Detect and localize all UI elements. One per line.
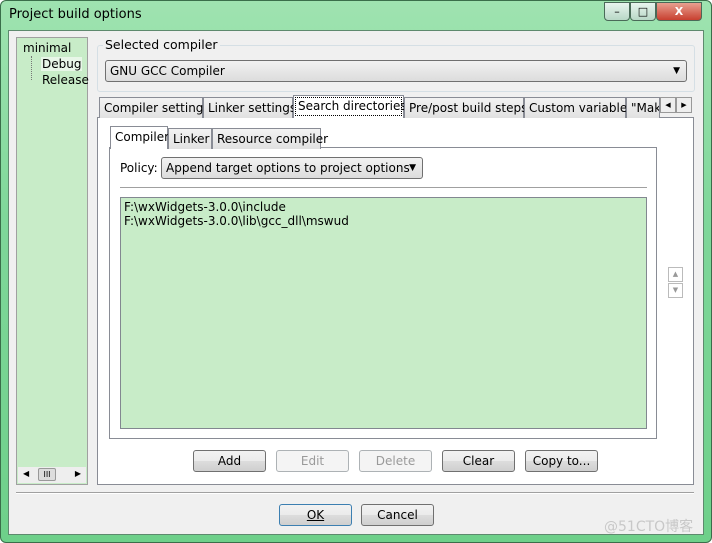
edit-button[interactable]: Edit	[276, 450, 349, 472]
move-up-button[interactable]: ▲	[668, 267, 683, 282]
watermark: @51CTO博客	[604, 519, 694, 535]
horizontal-scrollbar[interactable]: ◀ III ▶	[18, 467, 86, 483]
directories-list[interactable]: F:\wxWidgets-3.0.0\include F:\wxWidgets-…	[120, 197, 647, 429]
window-title: Project build options	[9, 7, 142, 22]
separator	[120, 187, 647, 189]
tab-custom-variables[interactable]: Custom variables	[524, 97, 633, 118]
tab-scroll-right-icon[interactable]: ▶	[676, 97, 692, 113]
compiler-select[interactable]: GNU GCC Compiler ▼	[105, 60, 687, 82]
tree-lines	[31, 56, 39, 80]
cancel-button[interactable]: Cancel	[361, 504, 434, 526]
subtab-compiler[interactable]: Compiler	[110, 126, 169, 149]
tab-linker-settings[interactable]: Linker settings	[203, 97, 296, 118]
tab-scroll-left-icon[interactable]: ◀	[660, 97, 676, 113]
subtab-resource-compiler[interactable]: Resource compiler	[212, 128, 328, 149]
compiler-value: GNU GCC Compiler	[110, 64, 225, 78]
copy-to-button[interactable]: Copy to...	[525, 450, 598, 472]
close-button[interactable]: X	[656, 2, 702, 21]
tree-root[interactable]: minimal	[23, 41, 71, 55]
compiler-group-label: Selected compiler	[103, 37, 220, 52]
chevron-down-icon: ▼	[673, 66, 680, 76]
clear-button[interactable]: Clear	[442, 450, 515, 472]
subtab-linker[interactable]: Linker	[168, 128, 212, 149]
tab-make-commands[interactable]: "Make	[626, 97, 660, 118]
list-item[interactable]: F:\wxWidgets-3.0.0\include	[124, 200, 643, 214]
add-button[interactable]: Add	[193, 450, 266, 472]
ok-button[interactable]: OK	[279, 504, 352, 526]
minimize-button[interactable]: –	[604, 2, 630, 21]
tree-item-debug[interactable]: Debug	[41, 57, 83, 71]
list-item[interactable]: F:\wxWidgets-3.0.0\lib\gcc_dll\mswud	[124, 214, 643, 228]
delete-button[interactable]: Delete	[359, 450, 432, 472]
move-down-button[interactable]: ▼	[668, 283, 683, 298]
separator	[16, 492, 694, 494]
tab-compiler-settings[interactable]: Compiler settings	[99, 97, 210, 118]
policy-select[interactable]: Append target options to project options…	[161, 157, 423, 179]
policy-label: Policy:	[120, 161, 158, 175]
target-tree[interactable]: minimal Debug Release ◀ III ▶	[16, 37, 89, 485]
tree-item-release[interactable]: Release	[42, 73, 89, 87]
chevron-down-icon: ▼	[409, 163, 416, 173]
maximize-button[interactable]: □	[630, 2, 656, 21]
tab-search-directories[interactable]: Search directories	[293, 95, 407, 118]
policy-value: Append target options to project options	[166, 161, 410, 175]
scroll-thumb[interactable]: III	[38, 468, 56, 481]
tab-pre-post-build-steps[interactable]: Pre/post build steps	[404, 97, 527, 118]
